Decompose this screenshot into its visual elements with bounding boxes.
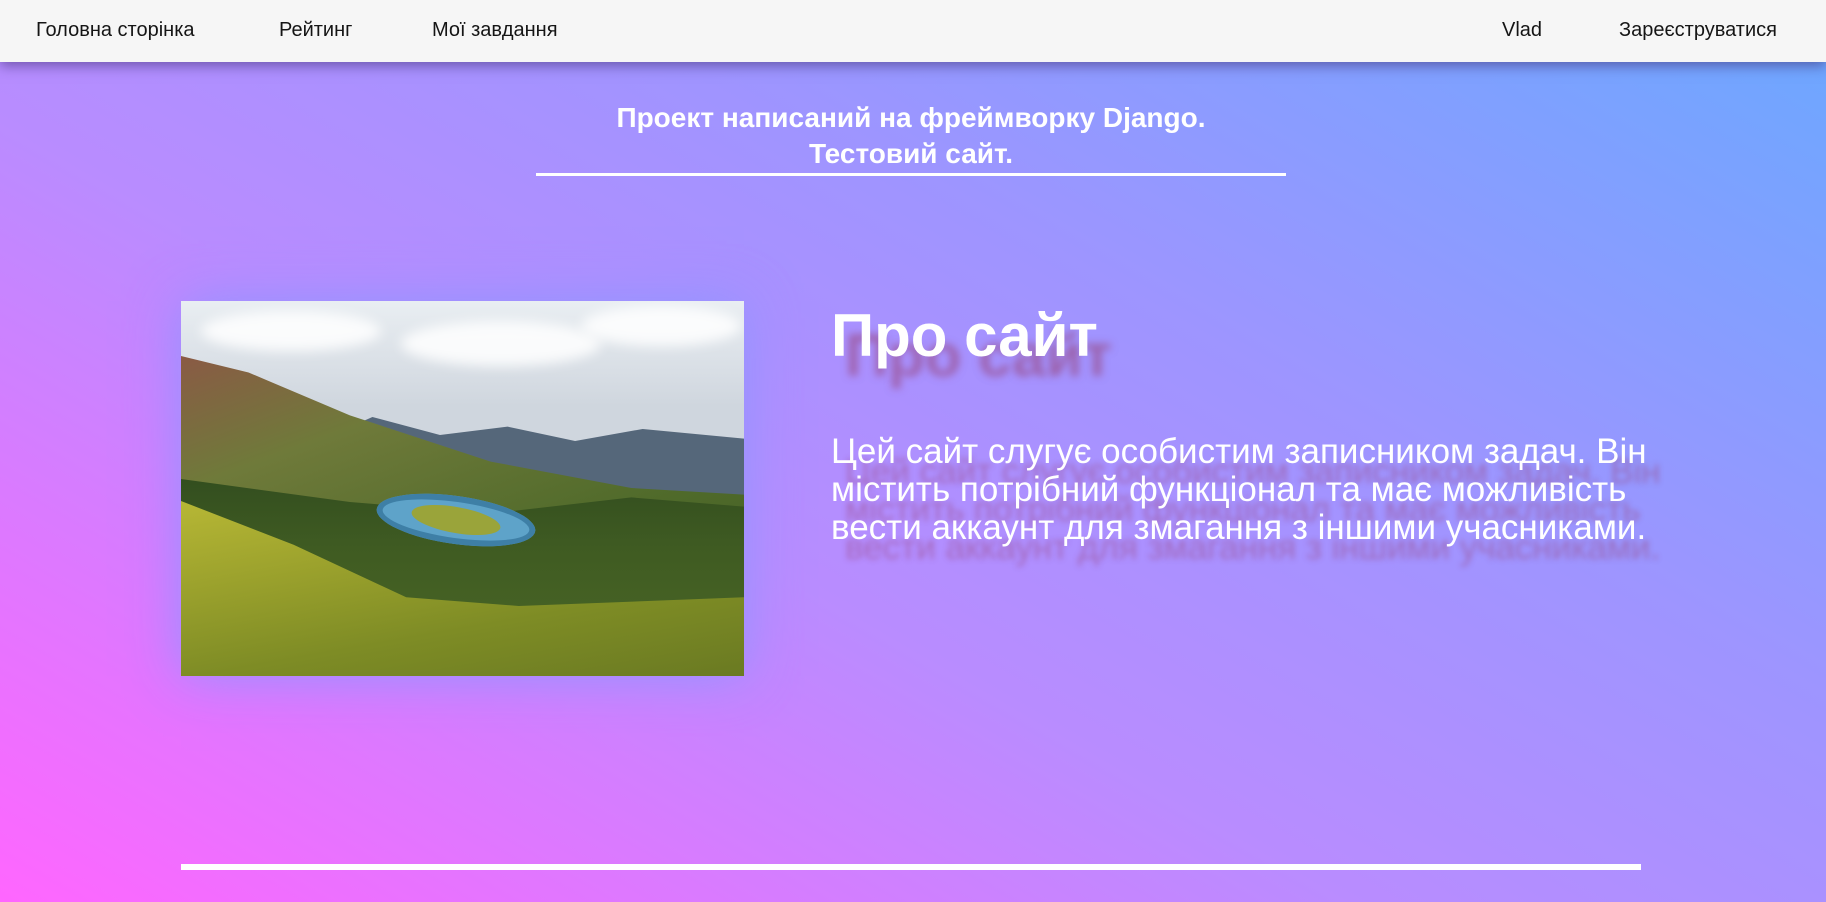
page-header: Проект написаний на фреймворку Django. Т…	[536, 100, 1286, 172]
cloud-shape	[401, 321, 601, 366]
landscape-image	[181, 301, 744, 676]
page-header-line-1: Проект написаний на фреймворку Django.	[616, 102, 1206, 133]
cloud-shape	[201, 311, 381, 351]
footer-divider	[181, 864, 1641, 870]
about-text: Цей сайт слугує особистим записником зад…	[831, 432, 1647, 547]
header-divider	[536, 173, 1286, 176]
about-title: Про сайт	[831, 302, 1098, 369]
nav-link-register[interactable]: Зареєструватися	[1619, 19, 1777, 42]
nav-link-user[interactable]: Vlad	[1502, 19, 1542, 42]
nav-link-my-tasks[interactable]: Мої завдання	[432, 19, 558, 42]
top-navbar: Головна сторінка Рейтинг Мої завдання Vl…	[0, 0, 1826, 62]
nav-link-home[interactable]: Головна сторінка	[36, 19, 195, 42]
page-header-line-2: Тестовий сайт.	[808, 138, 1014, 169]
nav-link-rating[interactable]: Рейтинг	[279, 19, 352, 42]
cloud-shape	[581, 306, 741, 346]
